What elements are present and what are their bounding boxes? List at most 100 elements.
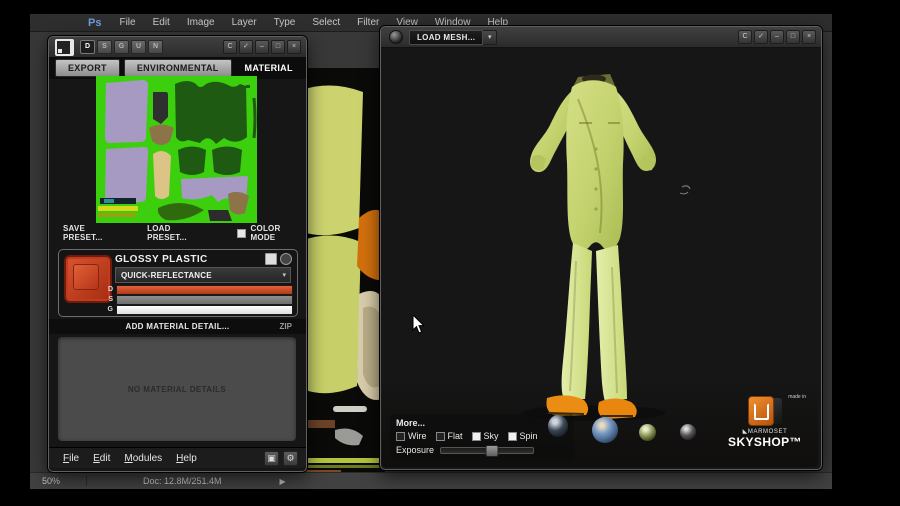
texture-document-art — [297, 68, 385, 472]
sky-toggle[interactable]: Sky — [471, 431, 499, 441]
status-expand-icon[interactable]: ▶ — [280, 477, 286, 486]
diffuse-channel-bar[interactable] — [116, 284, 293, 295]
ddo-menu-edit[interactable]: Edit — [93, 453, 110, 464]
color-mode-checkbox[interactable] — [236, 228, 246, 238]
channel-s-label: S — [108, 296, 113, 303]
minimize-icon[interactable]: – — [255, 40, 269, 54]
mode-button-n[interactable]: N — [148, 40, 163, 54]
ddo-window-controls: C ✓ – □ × — [223, 40, 301, 54]
flat-toggle[interactable]: Flat — [435, 431, 463, 441]
ddo-panel: D S G U N C ✓ – □ × EXPORT ENVIRONMENTAL… — [48, 36, 307, 472]
more-button[interactable]: More... — [396, 418, 568, 428]
viewer-titlebar[interactable]: LOAD MESH... ▾ C ✓ – □ × — [381, 27, 821, 48]
menu-select[interactable]: Select — [312, 17, 340, 28]
ddo-logo-icon — [55, 38, 74, 56]
refresh-icon[interactable]: C — [223, 40, 237, 54]
uv-colorid-map[interactable] — [96, 76, 257, 223]
menu-edit[interactable]: Edit — [153, 17, 170, 28]
3d-viewport[interactable]: More... Wire Flat Sky Spin Exposure made… — [382, 47, 818, 467]
sky-checkbox[interactable] — [471, 431, 481, 441]
ddo-menu-file[interactable]: File — [63, 453, 79, 464]
add-detail-bar: ADD MATERIAL DETAIL... ZIP — [49, 319, 306, 334]
statusbar-divider — [86, 476, 87, 486]
mode-button-s[interactable]: S — [97, 40, 112, 54]
mode-button-g[interactable]: G — [114, 40, 129, 54]
sky-preview-sphere-3[interactable] — [639, 424, 656, 441]
exposure-label: Exposure — [396, 445, 435, 455]
preset-row: SAVE PRESET... LOAD PRESET... COLOR MODE — [49, 224, 306, 242]
wire-label: Wire — [408, 431, 427, 441]
letterbox: Ps File Edit Image Layer Type Select Fil… — [0, 0, 900, 506]
exposure-row: Exposure — [396, 444, 568, 457]
channel-row-diffuse: D — [103, 284, 293, 295]
close-icon[interactable]: × — [802, 30, 816, 44]
sky-preview-sphere-1[interactable] — [548, 415, 568, 437]
specular-channel-bar[interactable] — [116, 294, 293, 305]
refresh-icon[interactable]: C — [738, 30, 752, 44]
menu-file[interactable]: File — [119, 17, 135, 28]
tab-export[interactable]: EXPORT — [55, 59, 120, 77]
ddo-menu-help[interactable]: Help — [176, 453, 197, 464]
zoom-level[interactable]: 50% — [42, 476, 76, 486]
flat-label: Flat — [447, 431, 463, 441]
user-icon[interactable]: ▣ — [264, 450, 279, 466]
menu-filter[interactable]: Filter — [357, 17, 379, 28]
reflectance-dropdown[interactable]: QUICK-REFLECTANCE ▾ — [115, 267, 291, 283]
load-mesh-button[interactable]: LOAD MESH... — [409, 29, 484, 45]
sky-preview-sphere-2[interactable] — [592, 417, 618, 443]
document-canvas — [297, 68, 385, 472]
exposure-handle[interactable] — [485, 444, 499, 457]
menu-layer[interactable]: Layer — [232, 17, 257, 28]
mouse-cursor — [412, 315, 426, 334]
chevron-down-icon: ▾ — [282, 272, 286, 279]
load-mesh-dropdown-icon[interactable]: ▾ — [483, 29, 498, 45]
flat-checkbox[interactable] — [435, 431, 445, 441]
marmoset-logo-icon — [748, 396, 782, 426]
material-card-icons — [265, 253, 292, 265]
channel-d-label: D — [107, 286, 113, 293]
zip-button[interactable]: ZIP — [280, 322, 292, 331]
toggle-icon[interactable] — [280, 253, 292, 265]
menu-type[interactable]: Type — [274, 17, 296, 28]
pin-icon[interactable]: ✓ — [754, 30, 768, 44]
channel-row-gloss: G — [103, 304, 293, 315]
load-preset-button[interactable]: LOAD PRESET... — [147, 224, 211, 242]
viewer-window-controls: C ✓ – □ × — [738, 30, 816, 44]
mode-button-u[interactable]: U — [131, 40, 146, 54]
mode-button-d[interactable]: D — [80, 40, 95, 54]
ddo-titlebar[interactable]: D S G U N C ✓ – □ × — [49, 37, 306, 58]
channel-g-label: G — [107, 306, 113, 313]
exposure-slider[interactable] — [440, 444, 535, 457]
maximize-icon[interactable]: □ — [271, 40, 285, 54]
wire-checkbox[interactable] — [396, 431, 405, 441]
gear-icon[interactable]: ⚙ — [283, 450, 298, 466]
save-preset-button[interactable]: SAVE PRESET... — [63, 224, 125, 242]
skyshop-label: SKYSHOP™ — [728, 435, 802, 449]
close-icon[interactable]: × — [287, 40, 301, 54]
sky-label: Sky — [483, 431, 499, 441]
maximize-icon[interactable]: □ — [786, 30, 800, 44]
gloss-channel-bar[interactable] — [116, 304, 293, 315]
uv-map-art — [96, 76, 257, 223]
spin-checkbox[interactable] — [507, 431, 517, 441]
toggle-row: Wire Flat Sky Spin — [396, 431, 568, 441]
tab-environmental[interactable]: ENVIRONMENTAL — [123, 59, 232, 77]
solo-icon[interactable] — [265, 253, 277, 265]
wire-toggle[interactable]: Wire — [396, 431, 427, 441]
add-material-detail-button[interactable]: ADD MATERIAL DETAIL... — [126, 322, 230, 331]
jumpsuit-model — [522, 74, 691, 421]
skyshop-branding: made in ◣MARMOSET SKYSHOP™ — [722, 394, 808, 449]
menu-image[interactable]: Image — [187, 17, 215, 28]
spin-toggle[interactable]: Spin — [507, 431, 538, 441]
viewport-controls: More... Wire Flat Sky Spin Exposure — [390, 414, 574, 459]
minimize-icon[interactable]: – — [770, 30, 784, 44]
color-mode-label: COLOR MODE — [250, 224, 281, 242]
channel-row-specular: S — [103, 294, 293, 305]
ddo-menu-icons: ▣ ⚙ — [264, 450, 298, 466]
sky-preview-sphere-4[interactable] — [680, 424, 696, 440]
tab-material[interactable]: MATERIAL — [236, 59, 302, 77]
ddo-menubar: File Edit Modules Help ▣ ⚙ — [49, 447, 306, 468]
made-in-label: made in — [788, 394, 806, 400]
ddo-menu-modules[interactable]: Modules — [124, 453, 162, 464]
pin-icon[interactable]: ✓ — [239, 40, 253, 54]
